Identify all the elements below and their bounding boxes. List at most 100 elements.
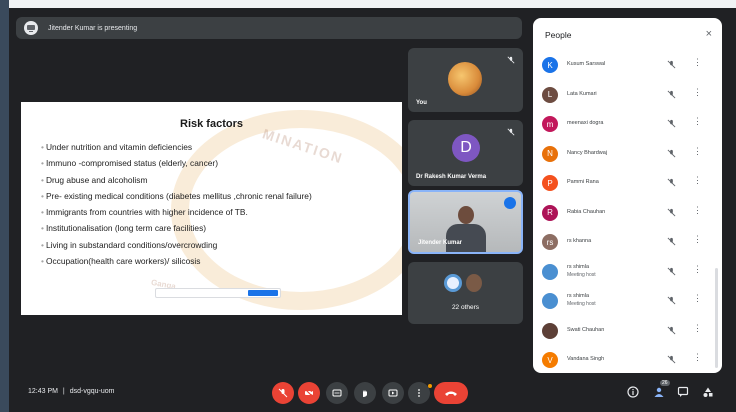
present-icon <box>388 389 398 397</box>
slide-embedded-bar <box>155 288 281 298</box>
participant-name: rs shimla <box>567 263 590 270</box>
notification-dot <box>428 384 432 388</box>
present-button[interactable] <box>382 382 404 404</box>
hand-icon <box>363 390 367 397</box>
avatar: R <box>542 204 558 221</box>
avatar: K <box>542 57 558 73</box>
list-item: Under nutrition and vitamin deficiencies <box>41 139 312 155</box>
scrollbar[interactable] <box>715 268 718 368</box>
tile-others[interactable]: 22 others <box>408 262 523 324</box>
participant-name: Nancy Bhardwaj <box>567 149 608 156</box>
slide-title: Risk factors <box>180 118 243 130</box>
mic-off-icon <box>667 267 676 275</box>
tile-jitender[interactable]: Jitender Kumar <box>408 190 523 254</box>
video-person-head <box>458 206 474 224</box>
list-item: Institutionalisation (long term care fac… <box>41 220 312 236</box>
left-edge <box>0 0 9 412</box>
clock-time: 12:43 PM <box>28 388 58 395</box>
participant-row[interactable]: K Kusum Sarswal ⋮ <box>533 54 713 76</box>
close-icon[interactable]: × <box>706 28 712 40</box>
more-options-icon[interactable]: ⋮ <box>693 235 702 244</box>
captions-icon <box>332 389 342 397</box>
participant-row[interactable]: Swati Chauhan ⋮ <box>533 320 713 342</box>
leave-call-button[interactable] <box>434 382 468 404</box>
mic-off-icon <box>667 208 676 216</box>
list-item: Pre- existing medical conditions (diabet… <box>41 188 312 204</box>
more-options-icon[interactable]: ⋮ <box>693 205 702 215</box>
mic-toggle-button[interactable] <box>272 382 294 404</box>
participant-row[interactable]: R Rabia Chauhan ⋮ <box>533 202 713 224</box>
risk-factor-list: Under nutrition and vitamin deficiencies… <box>41 139 312 269</box>
avatar <box>542 263 558 280</box>
presenter-icon <box>24 21 38 35</box>
speaking-indicator-icon <box>504 197 516 209</box>
participant-name: rs shimla <box>567 293 590 299</box>
mic-off-icon <box>507 56 515 64</box>
avatar: P <box>542 175 558 191</box>
list-item: Immigrants from countries with higher in… <box>41 204 312 220</box>
list-item: Occupation(health care workers)/ silicos… <box>41 253 312 269</box>
presenter-text: Jitender Kumar is presenting <box>48 24 138 32</box>
mic-off-icon <box>507 128 515 136</box>
tile-name: Dr Rakesh Kumar Verma <box>416 174 487 180</box>
avatar <box>542 293 558 309</box>
more-options-icon[interactable]: ⋮ <box>693 176 702 185</box>
participant-name: Lata Kumari <box>567 90 597 97</box>
more-options-icon[interactable]: ⋮ <box>693 58 702 67</box>
avatar: rs <box>542 234 558 250</box>
mic-off-icon <box>667 355 676 364</box>
video-person-body <box>446 224 486 252</box>
captions-button[interactable] <box>326 382 348 404</box>
hang-up-icon <box>445 391 457 396</box>
participant-row[interactable]: rs shimla Meeting host ⋮ <box>533 261 713 283</box>
participant-row[interactable]: V Vandana Singh ⋮ <box>533 349 713 371</box>
more-options-icon[interactable]: ⋮ <box>693 146 702 156</box>
participant-row[interactable]: rs rs khanna ⋮ <box>533 231 713 253</box>
more-options-icon[interactable]: ⋮ <box>693 323 702 333</box>
mic-off-icon <box>667 90 676 98</box>
activities-icon[interactable] <box>702 386 714 398</box>
avatar: L <box>542 86 558 103</box>
avatar <box>466 274 482 292</box>
participant-row[interactable]: L Lata Kumari ⋮ <box>533 84 713 106</box>
mic-off-icon <box>667 326 676 334</box>
more-options-icon[interactable]: ⋮ <box>693 117 702 126</box>
raise-hand-button[interactable] <box>354 382 376 404</box>
participant-role: Meeting host <box>567 271 596 278</box>
participant-row[interactable]: P Pammi Rana ⋮ <box>533 172 713 194</box>
mic-off-icon <box>667 149 676 157</box>
participant-name: Vandana Singh <box>567 356 605 362</box>
meeting-code: dsd-vgqu-uom <box>69 388 115 395</box>
participant-role: Meeting host <box>567 301 596 307</box>
tile-name: Jitender Kumar <box>418 240 463 246</box>
meeting-info: 12:43 PM | dsd-vgqu-uom <box>28 388 114 395</box>
people-title: People <box>545 30 572 40</box>
participant-row[interactable]: N Nancy Bhardwaj ⋮ <box>533 143 713 165</box>
others-count: 22 others <box>451 304 480 311</box>
list-item: Drug abuse and alcoholism <box>41 172 312 188</box>
more-options-icon[interactable]: ⋮ <box>693 264 702 274</box>
presenter-banner: Jitender Kumar is presenting <box>16 17 522 39</box>
tile-rakesh[interactable]: D Dr Rakesh Kumar Verma <box>408 120 523 186</box>
more-options-button[interactable] <box>408 382 430 404</box>
avatar: m <box>542 116 558 132</box>
info-icon[interactable] <box>627 386 639 398</box>
participant-row[interactable]: m meenaxi dogra ⋮ <box>533 113 713 135</box>
people-count-badge: 26 <box>660 380 670 386</box>
participant-row[interactable]: rs shimla Meeting host ⋮ <box>533 290 713 312</box>
mic-off-icon <box>667 237 676 246</box>
people-icon[interactable] <box>653 386 665 398</box>
camera-toggle-button[interactable] <box>298 382 320 404</box>
participant-name: Swati Chauhan <box>567 326 605 333</box>
more-options-icon[interactable]: ⋮ <box>693 87 702 97</box>
avatar <box>542 322 558 339</box>
mic-off-icon <box>667 119 676 128</box>
more-options-icon[interactable]: ⋮ <box>693 353 702 362</box>
camera-off-icon <box>304 388 314 398</box>
chat-icon[interactable] <box>677 386 689 398</box>
more-options-icon[interactable]: ⋮ <box>693 294 702 303</box>
mic-off-icon <box>667 60 676 69</box>
top-edge <box>0 0 736 8</box>
avatar <box>448 62 482 96</box>
tile-you[interactable]: You <box>408 48 523 112</box>
